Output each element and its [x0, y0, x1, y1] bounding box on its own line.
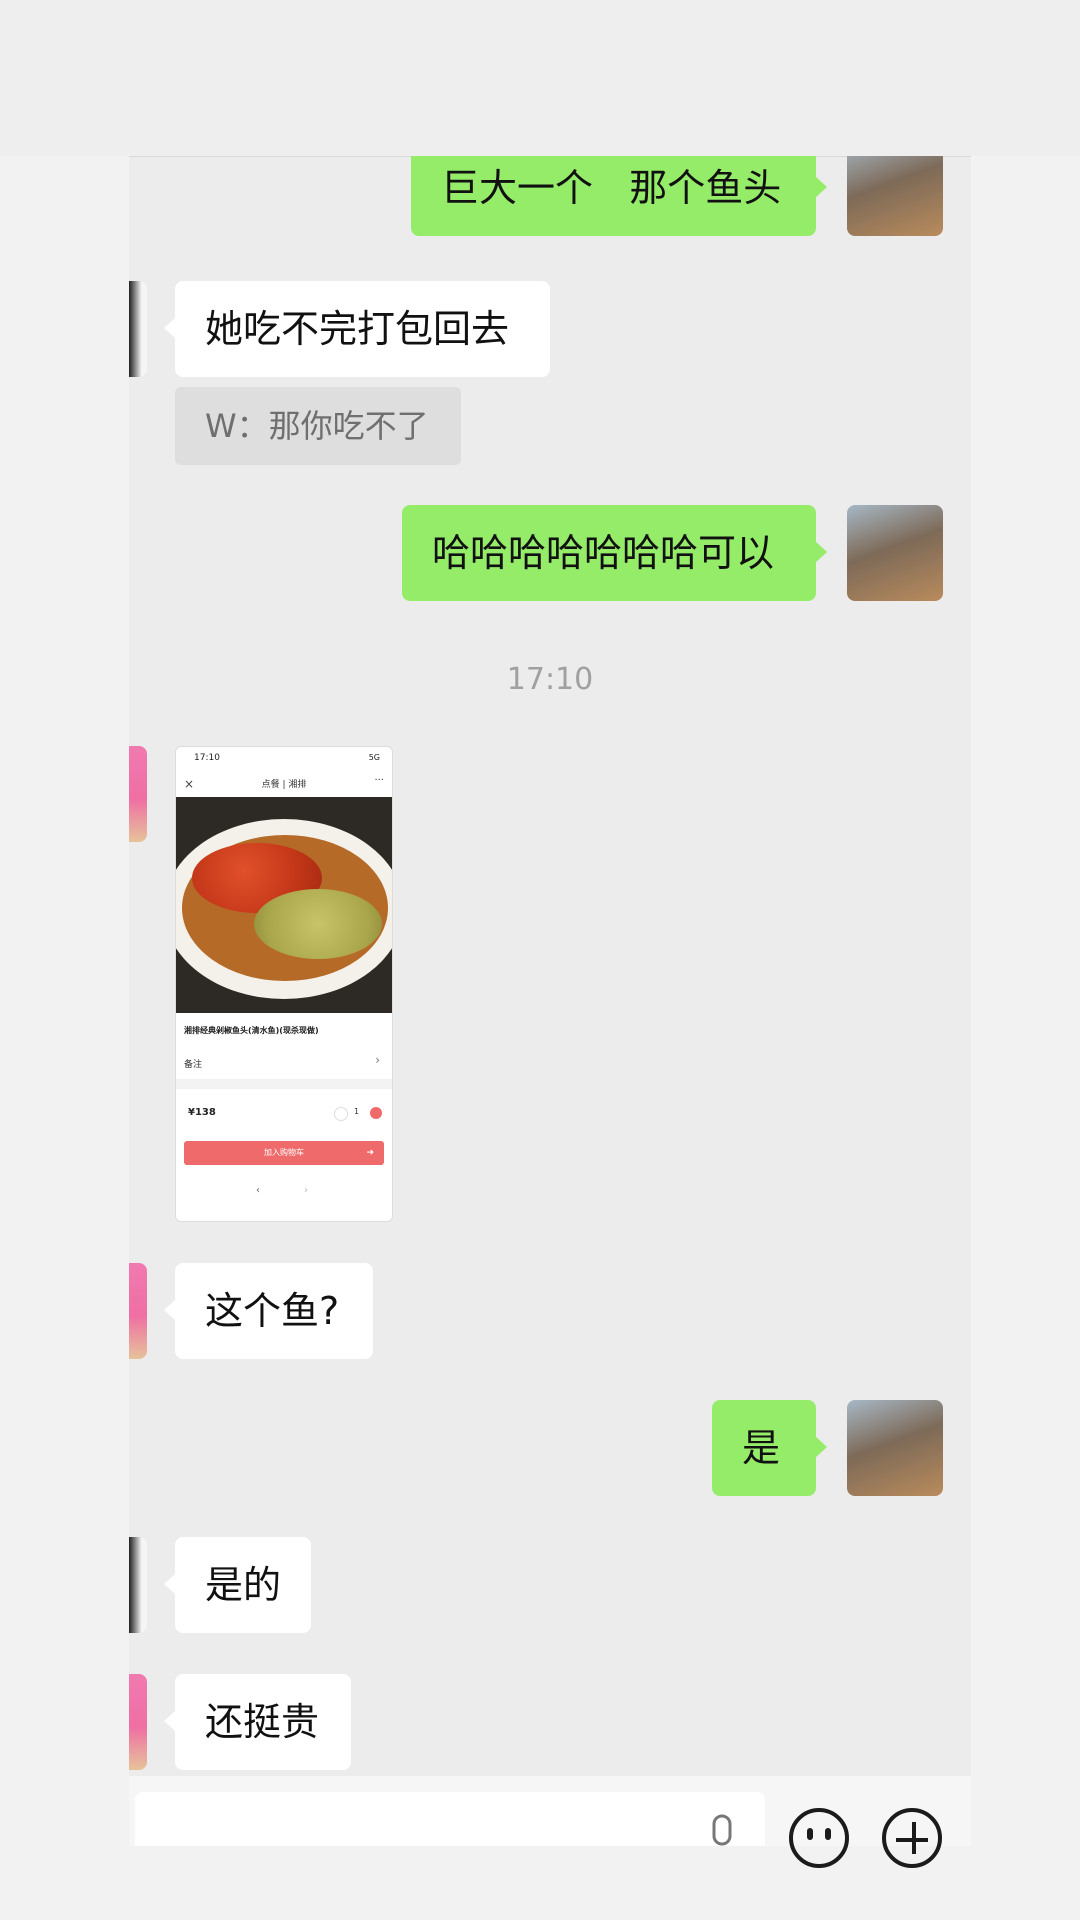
arrow-right-icon: ➜ — [366, 1148, 374, 1158]
message-bubble-sent[interactable]: 哈哈哈哈哈哈哈可以 — [402, 505, 827, 601]
chat-area[interactable]: 巨大一个 那个鱼头 她吃不完打包回去 W：那你吃不了 哈哈哈哈哈哈哈可以 17:… — [129, 156, 971, 1776]
message-bubble-received[interactable]: 是的 — [164, 1537, 311, 1633]
separator — [176, 1079, 392, 1089]
contact-avatar[interactable] — [129, 1674, 147, 1770]
dish-photo — [176, 797, 392, 1013]
emoji-icon[interactable] — [789, 1808, 849, 1868]
screenshot-nav: ‹ › — [176, 1181, 392, 1201]
image-message[interactable]: 17:10 5G × 点餐 | 湘排 ··· 湘排经典剁椒鱼头(清水鱼)(现杀现… — [175, 746, 393, 1222]
chat-screen: 巨大一个 那个鱼头 她吃不完打包回去 W：那你吃不了 哈哈哈哈哈哈哈可以 17:… — [0, 0, 1080, 1920]
message-bubble-sent[interactable]: 是 — [712, 1400, 827, 1496]
my-avatar[interactable] — [847, 505, 943, 601]
minus-icon — [334, 1107, 348, 1121]
add-to-cart-label: 加入购物车 — [264, 1148, 304, 1157]
my-avatar[interactable] — [847, 156, 943, 236]
nav-back-icon: ‹ — [256, 1185, 260, 1196]
microphone-icon[interactable] — [702, 1814, 742, 1854]
contact-avatar[interactable] — [129, 1537, 147, 1633]
dish-price: ¥138 — [188, 1107, 216, 1118]
plus-circle-icon — [370, 1107, 382, 1119]
add-to-cart-button: 加入购物车 ➜ — [184, 1141, 384, 1165]
chevron-right-icon: › — [375, 1053, 380, 1067]
screenshot-title: 点餐 | 湘排 — [261, 780, 307, 790]
screenshot-header: × 点餐 | 湘排 ··· — [176, 767, 392, 797]
message-input[interactable] — [135, 1792, 765, 1846]
screenshot-status-bar: 17:10 5G — [176, 747, 392, 767]
screenshot-status-time: 17:10 — [194, 753, 220, 763]
my-avatar[interactable] — [847, 1400, 943, 1496]
screenshot-status-right: 5G — [368, 753, 380, 762]
message-bubble-received[interactable]: 她吃不完打包回去 — [164, 281, 550, 377]
contact-avatar[interactable] — [129, 281, 147, 377]
nav-forward-icon: › — [304, 1185, 308, 1196]
contact-avatar[interactable] — [129, 746, 147, 842]
top-band — [0, 0, 1080, 156]
more-icon: ··· — [374, 775, 384, 786]
contact-avatar[interactable] — [129, 1263, 147, 1359]
quantity-value: 1 — [354, 1107, 360, 1116]
dish-description: 湘排经典剁椒鱼头(清水鱼)(现杀现做) — [184, 1026, 319, 1035]
quoted-message[interactable]: W：那你吃不了 — [175, 387, 461, 465]
message-bubble-sent[interactable]: 巨大一个 那个鱼头 — [411, 156, 827, 236]
message-bubble-received[interactable]: 这个鱼? — [164, 1263, 373, 1359]
input-bar — [129, 1776, 971, 1868]
pepper-topping — [254, 889, 382, 959]
plus-icon[interactable] — [882, 1808, 942, 1868]
message-bubble-received[interactable]: 还挺贵 — [164, 1674, 351, 1770]
quantity-stepper: 1 — [334, 1105, 382, 1121]
note-label: 备注 — [184, 1060, 203, 1070]
timestamp: 17:10 — [506, 662, 594, 697]
